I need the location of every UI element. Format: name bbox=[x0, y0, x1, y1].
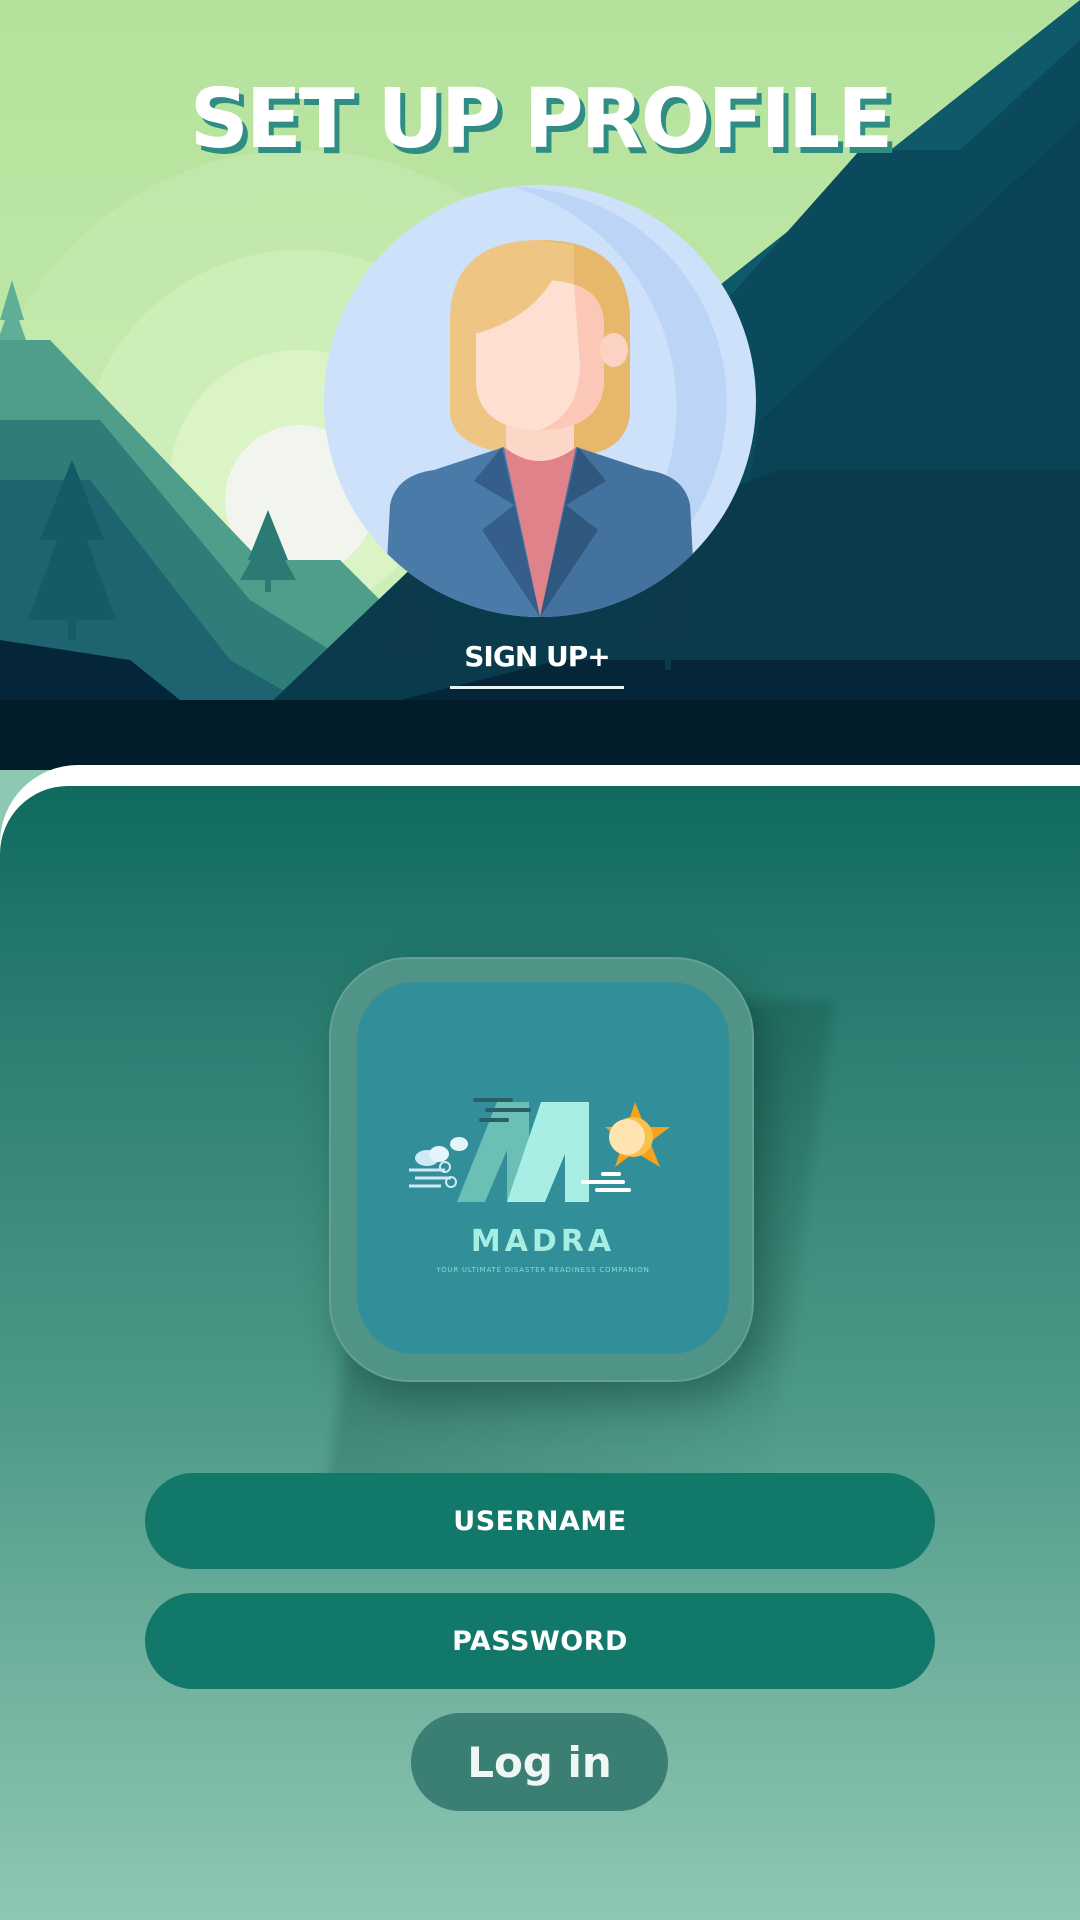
app-logo-tile: MADRA YOUR ULTIMATE DISASTER READINESS C… bbox=[357, 982, 729, 1354]
page-title: SET UP PROFILE bbox=[189, 72, 894, 167]
wind-cloud-icon bbox=[409, 1137, 468, 1188]
hero-banner: SET UP PROFILE SIGN UP+ bbox=[0, 0, 1080, 770]
sun-icon bbox=[605, 1102, 670, 1167]
password-field[interactable]: PASSWORD bbox=[145, 1593, 935, 1689]
signup-link[interactable]: SIGN UP+ bbox=[450, 640, 624, 689]
madra-logo-icon bbox=[409, 1098, 670, 1202]
login-button[interactable]: Log in bbox=[411, 1713, 668, 1811]
app-logo-card: MADRA YOUR ULTIMATE DISASTER READINESS C… bbox=[329, 957, 754, 1382]
woman-avatar-icon[interactable] bbox=[324, 185, 756, 617]
brand-tagline: YOUR ULTIMATE DISASTER READINESS COMPANI… bbox=[436, 1266, 650, 1274]
username-field[interactable]: USERNAME bbox=[145, 1473, 935, 1569]
brand-name: MADRA bbox=[470, 1224, 616, 1259]
